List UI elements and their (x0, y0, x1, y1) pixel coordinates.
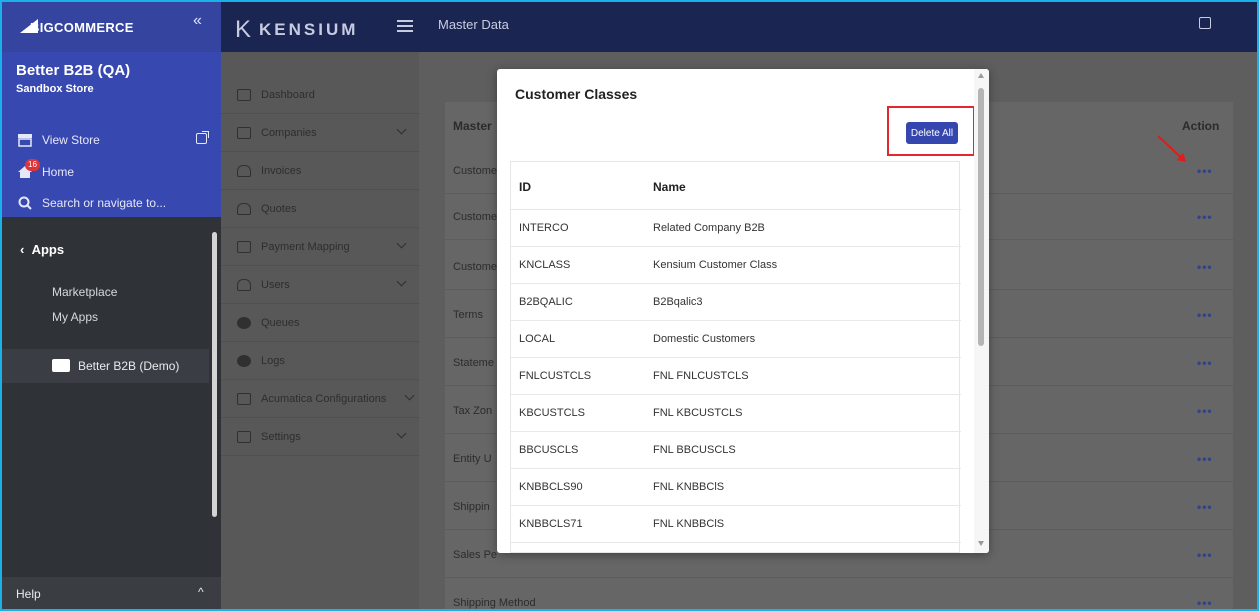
table-row[interactable]: BBCUSCLS FNL BBCUSCLS (511, 432, 961, 469)
nav-users[interactable]: Users (221, 266, 419, 304)
nav-invoices[interactable]: Invoices (221, 152, 419, 190)
person-icon (237, 278, 251, 291)
storefront-icon (16, 133, 34, 147)
customer-classes-table: ID Name INTERCO Related Company B2B KNCLA… (510, 161, 961, 553)
more-actions-icon[interactable]: ••• (1197, 548, 1213, 562)
table-row[interactable]: KNCLASS Kensium Customer Class (511, 247, 961, 284)
table-row[interactable]: KNBBCLS71 FNL KNBBClS (511, 506, 961, 543)
more-actions-icon[interactable]: ••• (1197, 596, 1213, 609)
highlight-box: Delete All (887, 106, 975, 156)
nav-payment-mapping[interactable]: Payment Mapping (221, 228, 419, 266)
building-icon (237, 240, 251, 253)
page-title: Master Data (438, 17, 509, 32)
dashboard-icon (237, 88, 251, 101)
more-actions-icon[interactable]: ••• (1197, 210, 1213, 224)
app-header: K KENSIUM Master Data (221, 2, 1257, 52)
home-icon: 16 (16, 159, 40, 179)
table-row[interactable]: B2BQALIC B2Bqalic3 (511, 284, 961, 321)
nav-dashboard[interactable]: Dashboard (221, 76, 419, 114)
more-actions-icon[interactable]: ••• (1197, 164, 1213, 178)
nav-queues[interactable]: Queues (221, 304, 419, 342)
view-store-link[interactable]: View Store (16, 133, 100, 147)
sidebar-scrollbar[interactable] (209, 220, 220, 577)
column-header-master: Master (453, 119, 492, 133)
app-window: BIGCOMMERCE « Better B2B (QA) Sandbox St… (0, 0, 1259, 611)
app-sidebar: Dashboard Companies Invoices Quotes Paym… (221, 52, 419, 609)
chevron-down-icon (396, 124, 407, 135)
chevron-up-icon: ^ (198, 585, 204, 599)
nav-settings[interactable]: Settings (221, 418, 419, 456)
help-menu[interactable]: Help ^ (2, 577, 221, 609)
store-type: Sandbox Store (16, 83, 94, 95)
table-header: ID Name (511, 162, 961, 210)
marketplace-link[interactable]: Marketplace (52, 285, 117, 299)
more-actions-icon[interactable]: ••• (1197, 260, 1213, 274)
more-actions-icon[interactable]: ••• (1197, 356, 1213, 370)
scrollbar-thumb[interactable] (212, 232, 217, 517)
person-icon (237, 202, 251, 215)
nav-companies[interactable]: Companies (221, 114, 419, 152)
table-row[interactable]: KNBBCLS90 FNL KNBBClS (511, 469, 961, 506)
bigcommerce-sidebar: BIGCOMMERCE « Better B2B (QA) Sandbox St… (2, 2, 221, 609)
bigcommerce-header-panel: BIGCOMMERCE « Better B2B (QA) Sandbox St… (2, 2, 221, 217)
chevron-down-icon (404, 390, 415, 401)
circle-icon (237, 316, 251, 329)
scroll-down-icon[interactable] (978, 541, 984, 546)
store-info: Better B2B (QA) Sandbox Store (2, 52, 221, 95)
scroll-up-icon[interactable] (978, 73, 984, 78)
nav-quotes[interactable]: Quotes (221, 190, 419, 228)
customer-classes-modal: Customer Classes Delete All ID Name INTE… (497, 69, 989, 553)
selected-app-item[interactable]: Better B2B (Demo) (2, 349, 210, 383)
table-row[interactable]: INTERCO Related Company B2B (511, 210, 961, 247)
logout-icon[interactable] (1199, 17, 1211, 29)
modal-scrollbar[interactable] (974, 69, 989, 553)
chevron-down-icon (396, 428, 407, 439)
column-header-action: Action (1182, 119, 1220, 133)
circle-icon (237, 354, 251, 367)
nav-acumatica-configurations[interactable]: Acumatica Configurations (221, 380, 419, 418)
more-actions-icon[interactable]: ••• (1197, 308, 1213, 322)
more-actions-icon[interactable]: ••• (1197, 452, 1213, 466)
scrollbar-thumb[interactable] (978, 88, 984, 346)
logo-triangle-icon (20, 19, 38, 33)
table-row[interactable]: LOCAL Domestic Customers (511, 321, 961, 358)
home-link[interactable]: 16 Home (16, 159, 74, 179)
app-logo-icon (52, 359, 70, 372)
apps-back-link[interactable]: ‹ Apps (20, 242, 64, 257)
column-header-id: ID (519, 180, 531, 194)
modal-title: Customer Classes (515, 86, 638, 102)
store-name: Better B2B (QA) (16, 62, 131, 79)
search-navigate[interactable]: Search or navigate to... (16, 196, 166, 210)
my-apps-link[interactable]: My Apps (52, 310, 98, 324)
column-header-name: Name (653, 180, 686, 194)
table-row: Shipping Method ••• (445, 580, 1233, 609)
more-actions-icon[interactable]: ••• (1197, 404, 1213, 418)
external-link-icon[interactable] (196, 131, 209, 144)
notification-badge: 16 (25, 159, 40, 171)
collapse-sidebar-icon[interactable]: « (193, 12, 202, 30)
table-row[interactable]: FNLCUSTCLS FNL FNLCUSTCLS (511, 358, 961, 395)
more-actions-icon[interactable]: ••• (1197, 500, 1213, 514)
delete-all-button[interactable]: Delete All (906, 122, 958, 144)
hamburger-menu-icon[interactable] (397, 20, 413, 35)
person-icon (237, 164, 251, 177)
nav-logs[interactable]: Logs (221, 342, 419, 380)
gear-box-icon (237, 392, 251, 405)
chevron-down-icon (396, 276, 407, 287)
search-icon (16, 196, 34, 210)
building-icon (237, 126, 251, 139)
chevron-left-icon: ‹ (20, 242, 32, 257)
gear-box-icon (237, 430, 251, 443)
bigcommerce-logo[interactable]: BIGCOMMERCE (20, 19, 134, 35)
bigcommerce-logo-bar: BIGCOMMERCE (2, 2, 221, 52)
kensium-logo: K KENSIUM (235, 16, 359, 43)
chevron-down-icon (396, 238, 407, 249)
table-row[interactable]: KBCUSTCLS FNL KBCUSTCLS (511, 395, 961, 432)
